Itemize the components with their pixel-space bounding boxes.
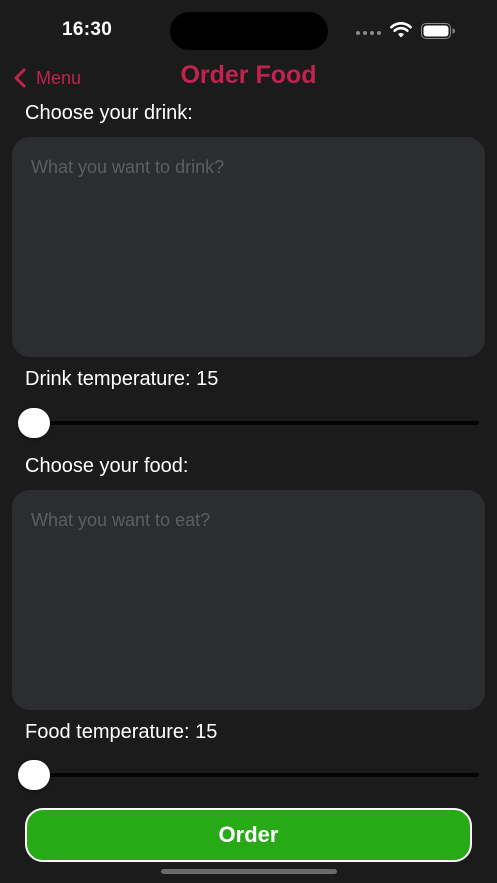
- cellular-signal-icon: [356, 31, 381, 35]
- back-button-label: Menu: [36, 67, 82, 88]
- battery-icon: [421, 23, 455, 39]
- food-temperature-slider[interactable]: [18, 759, 479, 791]
- food-temperature-label: Food temperature: 15: [25, 721, 218, 743]
- slider-track: [18, 421, 479, 425]
- back-button[interactable]: Menu: [12, 67, 81, 89]
- order-button[interactable]: Order: [25, 808, 472, 862]
- wifi-icon: [390, 22, 412, 38]
- slider-track: [18, 773, 479, 777]
- status-time: 16:30: [62, 19, 113, 40]
- home-indicator: [161, 869, 337, 874]
- slider-thumb[interactable]: [18, 760, 50, 790]
- food-label: Choose your food:: [25, 455, 189, 477]
- drink-temperature-label: Drink temperature: 15: [25, 368, 219, 390]
- slider-thumb[interactable]: [18, 408, 50, 438]
- dynamic-island: [170, 12, 328, 50]
- drink-temperature-slider[interactable]: [18, 407, 479, 439]
- drink-input-box: [12, 137, 485, 357]
- drink-input[interactable]: [12, 137, 485, 357]
- drink-label: Choose your drink:: [25, 102, 193, 124]
- food-input[interactable]: [12, 490, 485, 710]
- food-input-box: [12, 490, 485, 710]
- chevron-left-icon: [14, 68, 26, 88]
